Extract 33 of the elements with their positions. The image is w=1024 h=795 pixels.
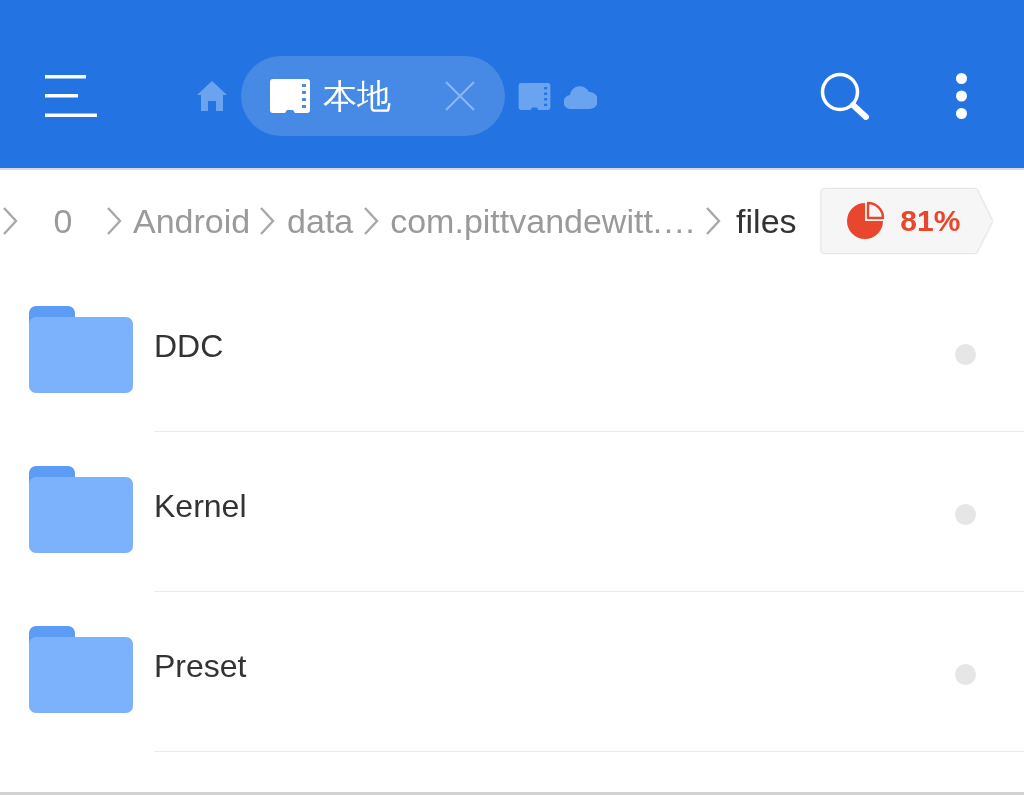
chevron-icon [2, 206, 18, 236]
folder-name[interactable]: DDC [154, 328, 224, 365]
breadcrumb-item[interactable]: 0 [29, 200, 97, 242]
breadcrumb-item[interactable]: data [286, 200, 355, 242]
storage-badge[interactable]: 81% [821, 189, 993, 253]
chevron-icon [259, 206, 276, 236]
sd-card-icon [518, 82, 551, 110]
more-icon[interactable] [955, 72, 968, 120]
home-icon [196, 80, 228, 112]
chevron-icon [363, 206, 380, 236]
chevron-icon [106, 206, 122, 236]
breadcrumb-item[interactable]: com.pittvandewitt.… [390, 200, 697, 242]
selection-checkbox[interactable] [955, 344, 976, 365]
selection-checkbox[interactable] [955, 504, 976, 525]
breadcrumb-item[interactable]: files [732, 200, 801, 242]
location-tab[interactable] [196, 80, 228, 112]
sd-card-icon [270, 79, 310, 113]
folder-name[interactable]: Preset [154, 648, 247, 685]
folder-icon [29, 625, 133, 713]
breadcrumb-item[interactable]: Android [133, 200, 251, 242]
location-tab[interactable] [564, 83, 597, 109]
menu-icon[interactable] [45, 75, 97, 117]
pie-chart-icon [845, 201, 886, 241]
search-icon[interactable] [819, 72, 871, 120]
folder-name[interactable]: Kernel [154, 488, 247, 525]
chevron-icon [705, 206, 722, 236]
folder-icon [29, 305, 133, 393]
location-tab[interactable]: 本地 [241, 56, 505, 136]
selection-checkbox[interactable] [955, 664, 976, 685]
close-icon[interactable] [445, 81, 475, 111]
folder-icon [29, 465, 133, 553]
location-tab[interactable] [518, 82, 551, 110]
cloud-icon [564, 83, 597, 109]
